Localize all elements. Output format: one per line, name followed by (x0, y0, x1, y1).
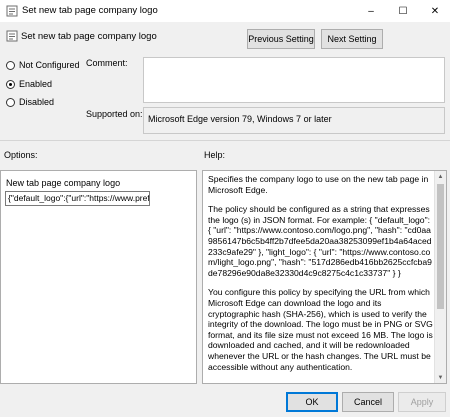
options-panel: New tab page company logo {"default_logo… (0, 170, 197, 384)
help-label: Help: (204, 150, 226, 160)
help-paragraph: The policy should be configured as a str… (208, 204, 432, 278)
cancel-button[interactable]: Cancel (342, 392, 394, 412)
next-setting-button[interactable]: Next Setting (321, 29, 383, 49)
window-title: Set new tab page company logo (22, 5, 158, 16)
close-icon: ✕ (430, 5, 440, 17)
maximize-button[interactable]: ☐ (388, 0, 418, 22)
options-label: Options: (4, 150, 38, 160)
help-paragraph: Specifies the company logo to use on the… (208, 174, 429, 195)
radio-dot (6, 97, 15, 107)
close-window-button[interactable]: ✕ (420, 0, 450, 22)
radio-enabled[interactable]: Enabled (6, 79, 52, 89)
policy-icon (6, 5, 18, 17)
setting-icon (6, 30, 18, 42)
help-paragraph: You configure this policy by specifying … (208, 287, 433, 372)
comment-textarea[interactable] (143, 57, 445, 103)
help-scrollbar[interactable]: ▲ ▼ (434, 171, 446, 383)
title-bar: Set new tab page company logo – ☐ ✕ (0, 0, 450, 22)
help-panel: Specifies the company logo to use on the… (202, 170, 447, 384)
minimize-icon: – (368, 5, 374, 17)
previous-setting-button[interactable]: Previous Setting (247, 29, 315, 49)
radio-dot (6, 60, 15, 70)
help-text: Specifies the company logo to use on the… (208, 174, 433, 381)
radio-not-configured[interactable]: Not Configured (6, 60, 80, 70)
radio-disabled[interactable]: Disabled (6, 97, 54, 107)
supported-on-label: Supported on: (86, 109, 143, 119)
section-divider (0, 140, 450, 141)
minimize-button[interactable]: – (356, 0, 386, 22)
comment-label: Comment: (86, 58, 128, 68)
ok-button[interactable]: OK (286, 392, 338, 412)
logo-json-input[interactable]: {"default_logo":{"url":"https://www.pref… (5, 191, 150, 206)
scroll-up-arrow-icon[interactable]: ▲ (435, 171, 446, 182)
setting-title: Set new tab page company logo (21, 31, 157, 42)
radio-label: Enabled (19, 79, 53, 89)
scroll-down-arrow-icon[interactable]: ▼ (435, 372, 446, 383)
maximize-icon: ☐ (398, 5, 408, 17)
radio-label: Disabled (19, 97, 55, 107)
logo-field-label: New tab page company logo (6, 178, 121, 188)
supported-on-value: Microsoft Edge version 79, Windows 7 or … (143, 107, 445, 134)
scroll-thumb[interactable] (437, 184, 444, 309)
apply-button[interactable]: Apply (398, 392, 446, 412)
radio-label: Not Configured (19, 60, 80, 70)
radio-dot-selected (6, 79, 15, 89)
